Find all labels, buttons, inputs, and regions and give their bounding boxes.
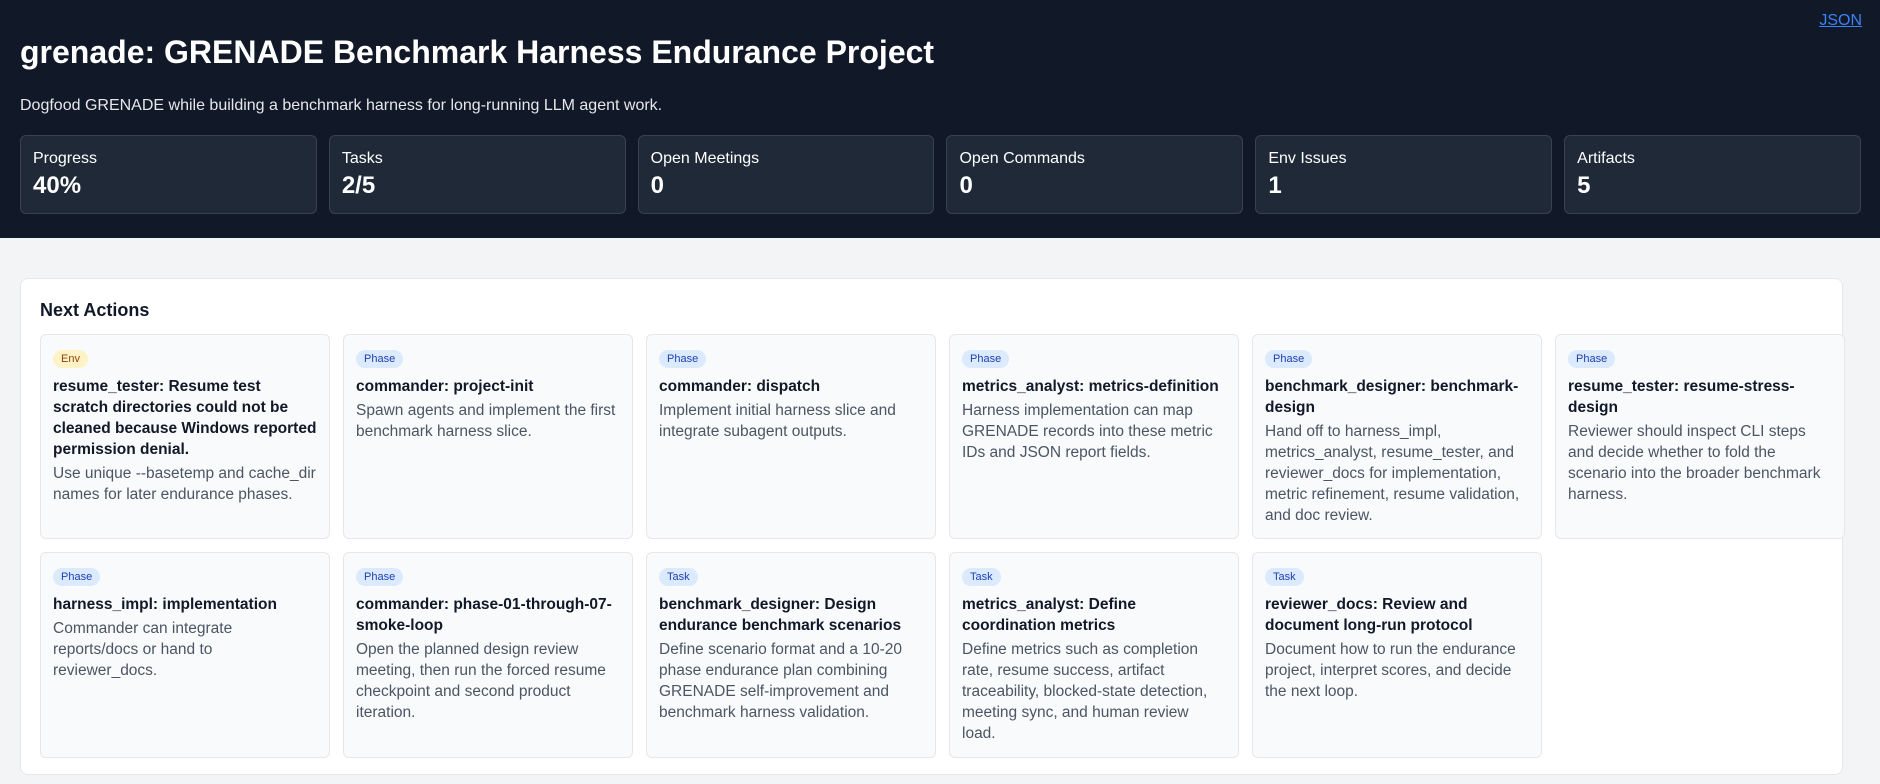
action-description: Implement initial harness slice and inte… <box>659 402 896 440</box>
action-title: metrics_analyst: metrics-definition <box>962 378 1219 395</box>
action-title: metrics_analyst: Define coordination met… <box>962 596 1137 634</box>
stat-open-meetings: Open Meetings 0 <box>637 135 935 214</box>
action-description: Harness implementation can map GRENADE r… <box>962 402 1213 461</box>
action-card: Phase harness_impl: implementation Comma… <box>40 552 330 758</box>
action-description: Reviewer should inspect CLI steps and de… <box>1568 423 1821 503</box>
stat-open-commands: Open Commands 0 <box>946 135 1244 214</box>
env-badge: Env <box>53 350 88 368</box>
action-title: benchmark_designer: Design endurance ben… <box>659 596 902 634</box>
action-description: Define metrics such as completion rate, … <box>962 641 1208 742</box>
phase-badge: Phase <box>1265 350 1313 368</box>
action-card: Phase metrics_analyst: metrics-definitio… <box>949 334 1239 539</box>
next-actions-panel: Next Actions Env resume_tester: Resume t… <box>20 278 1845 775</box>
action-card: Env resume_tester: Resume test scratch d… <box>40 334 330 539</box>
action-description: Open the planned design review meeting, … <box>356 641 606 721</box>
action-description: Define scenario format and a 10-20 phase… <box>659 641 902 721</box>
stat-value: 1 <box>1268 172 1282 199</box>
stat-label: Open Commands <box>959 150 1085 167</box>
stat-label: Progress <box>33 150 98 167</box>
action-card: Phase resume_tester: resume-stress-desig… <box>1555 334 1845 539</box>
action-card: Task reviewer_docs: Review and document … <box>1252 552 1542 758</box>
action-card: Phase benchmark_designer: benchmark-desi… <box>1252 334 1542 539</box>
action-title: resume_tester: resume-stress-design <box>1568 378 1795 416</box>
stat-tasks: Tasks 2/5 <box>328 135 626 214</box>
phase-badge: Phase <box>356 568 404 586</box>
phase-badge: Phase <box>962 350 1010 368</box>
task-badge: Task <box>962 568 1001 586</box>
stat-value: 2/5 <box>341 172 376 199</box>
action-card: Phase commander: project-init Spawn agen… <box>343 334 633 539</box>
stat-progress: Progress 40% <box>20 135 317 214</box>
page-title: grenade: GRENADE Benchmark Harness Endur… <box>20 34 935 70</box>
action-title: benchmark_designer: benchmark-design <box>1265 378 1519 416</box>
phase-badge: Phase <box>1568 350 1616 368</box>
stat-value: 0 <box>959 172 973 199</box>
phase-badge: Phase <box>356 350 404 368</box>
project-header: JSON grenade: GRENADE Benchmark Harness … <box>0 0 1880 238</box>
stat-label: Env Issues <box>1268 150 1347 167</box>
action-title: reviewer_docs: Review and document long-… <box>1265 596 1473 634</box>
stats-row: Progress 40% Tasks 2/5 Open Meetings 0 O… <box>20 135 1861 214</box>
stat-label: Artifacts <box>1577 150 1635 167</box>
stat-value: 5 <box>1577 172 1591 199</box>
action-title: commander: project-init <box>356 378 534 395</box>
action-card: Task benchmark_designer: Design enduranc… <box>646 552 936 758</box>
phase-badge: Phase <box>659 350 707 368</box>
action-card: Phase commander: phase-01-through-07-smo… <box>343 552 633 758</box>
stat-value: 40% <box>33 172 82 199</box>
next-actions-title: Next Actions <box>40 300 150 320</box>
stat-env-issues: Env Issues 1 <box>1255 135 1553 214</box>
action-description: Hand off to harness_impl, metrics_analys… <box>1265 423 1520 524</box>
next-actions-grid: Env resume_tester: Resume test scratch d… <box>40 334 1845 758</box>
action-description: Commander can integrate reports/docs or … <box>53 620 233 679</box>
action-card: Task metrics_analyst: Define coordinatio… <box>949 552 1239 758</box>
stat-artifacts: Artifacts 5 <box>1564 135 1861 214</box>
action-description: Spawn agents and implement the first ben… <box>356 402 616 440</box>
json-link[interactable]: JSON <box>1819 12 1862 30</box>
page-subtitle: Dogfood GRENADE while building a benchma… <box>20 97 663 114</box>
action-title: harness_impl: implementation <box>53 596 277 613</box>
stat-value: 0 <box>650 172 665 199</box>
task-badge: Task <box>1265 568 1304 586</box>
action-title: resume_tester: Resume test scratch direc… <box>53 378 317 458</box>
action-description: Document how to run the endurance projec… <box>1265 641 1516 700</box>
action-title: commander: dispatch <box>659 378 821 395</box>
stat-label: Open Meetings <box>650 150 760 167</box>
task-badge: Task <box>659 568 698 586</box>
action-title: commander: phase-01-through-07-smoke-loo… <box>356 596 612 634</box>
action-card: Phase commander: dispatch Implement init… <box>646 334 936 539</box>
action-description: Use unique --basetemp and cache_dir name… <box>53 465 316 503</box>
stat-label: Tasks <box>341 150 383 167</box>
phase-badge: Phase <box>53 568 101 586</box>
